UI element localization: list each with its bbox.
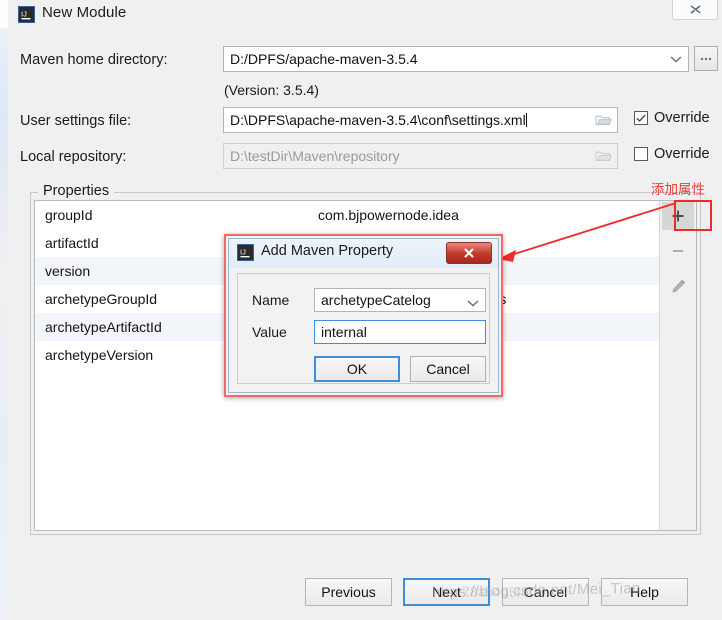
value-field-label: Value: [252, 324, 287, 340]
dialog-body: Name archetypeCatelog Value internal OK: [237, 273, 490, 384]
add-button-highlight: [674, 200, 712, 231]
dialog-cancel-label: Cancel: [426, 361, 470, 377]
maven-home-value: D:/DPFS/apache-maven-3.5.4: [230, 51, 418, 67]
dialog-cancel-button[interactable]: Cancel: [410, 356, 486, 382]
checkbox-box[interactable]: [634, 147, 648, 161]
maven-home-chevron[interactable]: [664, 47, 688, 71]
dialog-ok-button[interactable]: OK: [314, 356, 400, 382]
user-settings-override-label: Override: [654, 110, 710, 126]
property-key: archetypeArtifactId: [45, 319, 162, 335]
property-key: archetypeGroupId: [45, 291, 158, 307]
ellipsis-icon: [700, 57, 712, 60]
dialog-titlebar: IJ Add Maven Property: [229, 239, 498, 268]
folder-open-icon: [594, 151, 612, 162]
check-icon: [636, 114, 646, 122]
svg-text:IJ: IJ: [240, 248, 246, 257]
intellij-idea-icon: IJ: [237, 244, 254, 261]
dialog-ok-label: OK: [346, 361, 368, 377]
user-settings-value: D:\DPFS\apache-maven-3.5.4\conf\settings…: [230, 112, 526, 128]
chevron-down-icon: [670, 56, 682, 63]
local-repo-override-label: Override: [654, 146, 710, 162]
window-title: New Module: [42, 4, 127, 21]
properties-group-title: Properties: [38, 183, 115, 199]
dialog-inner-frame: IJ Add Maven Property Name archetypeCate…: [228, 238, 499, 393]
svg-text:IJ: IJ: [21, 10, 27, 19]
previous-button[interactable]: Previous: [305, 578, 392, 606]
maven-home-field[interactable]: D:/DPFS/apache-maven-3.5.4: [223, 46, 689, 72]
property-value: com.bjpowernode.idea: [318, 207, 459, 223]
name-combobox[interactable]: archetypeCatelog: [314, 288, 486, 312]
local-repo-field: D:\testDir\Maven\repository: [223, 143, 618, 169]
remove-property-button[interactable]: [662, 237, 694, 265]
properties-toolbar: [660, 201, 696, 530]
local-repo-value: D:\testDir\Maven\repository: [230, 148, 400, 164]
help-button-label: Help: [630, 584, 659, 600]
minus-icon: [673, 250, 683, 252]
property-key: version: [45, 263, 91, 279]
dialog-title: Add Maven Property: [261, 243, 394, 259]
user-settings-field[interactable]: D:\DPFS\apache-maven-3.5.4\conf\settings…: [223, 107, 618, 133]
maven-home-browse-button[interactable]: [694, 46, 718, 71]
local-repo-label: Local repository:: [20, 149, 127, 165]
cancel-button[interactable]: Cancel: [502, 578, 589, 606]
previous-button-label: Previous: [321, 584, 376, 600]
close-icon: [464, 248, 474, 258]
local-repo-browse-button: [591, 144, 615, 168]
name-combobox-value: archetypeCatelog: [321, 292, 431, 308]
screen-root: IJ New Module Maven home directory: D:/D…: [0, 0, 722, 620]
name-field-label: Name: [252, 292, 290, 308]
property-key: artifactId: [45, 235, 99, 251]
folder-open-icon: [594, 115, 612, 126]
dialog-close-button[interactable]: [446, 242, 492, 264]
name-combobox-chevron[interactable]: [467, 294, 479, 310]
help-button[interactable]: Help: [601, 578, 688, 606]
window-close-button[interactable]: [672, 0, 718, 20]
next-button-label: Next: [432, 584, 461, 600]
add-property-annotation: 添加属性: [651, 182, 705, 197]
pencil-icon: [671, 279, 685, 293]
intellij-idea-icon: IJ: [18, 6, 35, 23]
cancel-button-label: Cancel: [523, 584, 568, 600]
user-settings-label: User settings file:: [20, 113, 132, 129]
property-key: archetypeVersion: [45, 347, 154, 363]
value-input-text: internal: [321, 324, 367, 340]
user-settings-browse-button[interactable]: [591, 108, 615, 132]
edit-property-button[interactable]: [662, 272, 694, 300]
user-settings-override-checkbox[interactable]: Override: [634, 110, 710, 126]
add-maven-property-dialog: IJ Add Maven Property Name archetypeCate…: [224, 234, 503, 397]
maven-version-note: (Version: 3.5.4): [224, 82, 319, 98]
close-icon: [690, 5, 700, 15]
checkbox-box[interactable]: [634, 111, 648, 125]
maven-home-label: Maven home directory:: [20, 52, 168, 68]
window-titlebar: IJ New Module: [8, 0, 722, 30]
local-repo-override-checkbox[interactable]: Override: [634, 146, 710, 162]
chevron-down-icon: [467, 300, 479, 307]
table-row[interactable]: groupId com.bjpowernode.idea: [35, 201, 659, 229]
property-key: groupId: [45, 207, 93, 223]
next-button[interactable]: Next: [403, 578, 490, 606]
value-input[interactable]: internal: [314, 320, 486, 344]
